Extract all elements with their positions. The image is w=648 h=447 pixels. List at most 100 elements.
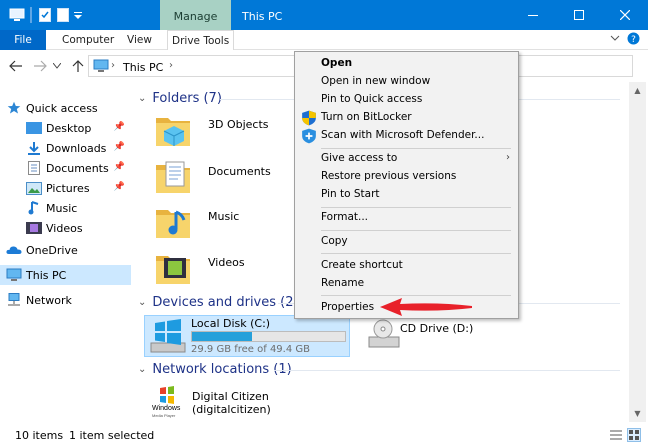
context-menu: Open Open in new window Pin to Quick acc… <box>294 51 519 319</box>
large-icons-view-icon[interactable] <box>627 428 641 442</box>
documents-folder-icon <box>156 161 190 193</box>
menu-item-restore-versions[interactable]: Restore previous versions <box>295 168 518 186</box>
chevron-down-icon: ⌄ <box>138 364 147 375</box>
sidebar-item-label: Desktop <box>46 121 92 135</box>
menu-item-open-new-window[interactable]: Open in new window <box>295 73 518 91</box>
menu-item-label: Properties <box>321 301 375 313</box>
videos-folder-icon <box>156 256 190 284</box>
menu-item-pin-to-start[interactable]: Pin to Start <box>295 186 518 204</box>
up-arrow-icon[interactable] <box>68 56 88 76</box>
pin-icon[interactable]: 📌 <box>114 142 125 152</box>
sidebar-item-onedrive[interactable]: OneDrive <box>6 240 131 260</box>
sidebar-item-label: Pictures <box>46 181 90 195</box>
menu-separator <box>321 230 511 231</box>
music-folder-icon <box>156 210 190 238</box>
drive-usage-fill <box>192 332 253 341</box>
menu-item-label: Pin to Quick access <box>321 93 423 105</box>
sidebar-item-videos[interactable]: Videos <box>26 218 131 238</box>
local-disk-drive-icon <box>150 319 186 353</box>
minimize-button[interactable] <box>510 0 556 30</box>
close-button[interactable] <box>602 0 648 30</box>
breadcrumb-this-pc[interactable]: This PC <box>123 61 163 74</box>
breadcrumb-separator-icon[interactable]: › <box>111 60 115 71</box>
manage-context-tab[interactable]: Manage <box>160 0 231 30</box>
menu-item-copy[interactable]: Copy <box>295 233 518 251</box>
pin-icon[interactable]: 📌 <box>114 162 125 172</box>
menu-item-rename[interactable]: Rename <box>295 275 518 293</box>
sidebar-item-downloads[interactable]: Downloads 📌 <box>26 138 131 158</box>
forward-arrow-icon[interactable] <box>30 56 50 76</box>
scroll-down-arrow-icon[interactable]: ▼ <box>629 405 646 422</box>
group-header-network[interactable]: ⌄ Network locations (1) <box>138 362 292 377</box>
menu-item-label: Scan with Microsoft Defender... <box>321 129 485 141</box>
status-selection: 1 item selected <box>69 429 155 442</box>
local-disk-c[interactable]: Local Disk (C:) 29.9 GB free of 49.4 GB <box>144 315 350 357</box>
uac-shield-icon <box>302 110 316 126</box>
close-icon <box>620 10 630 20</box>
group-header-label: Folders (7) <box>152 91 222 106</box>
tab-view[interactable]: View <box>127 30 152 50</box>
details-view-icon[interactable] <box>609 428 623 442</box>
minimize-icon <box>528 15 538 16</box>
menu-item-label: Turn on BitLocker <box>321 111 412 123</box>
sidebar-item-this-pc[interactable]: This PC <box>0 265 131 285</box>
folder-label: Videos <box>208 256 245 269</box>
pictures-folder-icon <box>26 180 42 196</box>
properties-qa-icon[interactable] <box>38 7 52 23</box>
window-title: This PC <box>242 10 283 23</box>
new-folder-qa-icon[interactable] <box>56 7 70 23</box>
qa-customize-dropdown-icon[interactable] <box>72 7 84 23</box>
folder-label: Music <box>208 210 240 223</box>
menu-separator <box>321 207 511 208</box>
folder-music[interactable]: Music <box>154 202 314 246</box>
pin-icon[interactable]: 📌 <box>114 182 125 192</box>
group-header-label: Devices and drives (2) <box>152 295 299 310</box>
sidebar-item-network[interactable]: Network <box>6 290 131 310</box>
group-header-devices[interactable]: ⌄ Devices and drives (2) <box>138 295 299 310</box>
sidebar-item-pictures[interactable]: Pictures 📌 <box>26 178 131 198</box>
breadcrumb-chevron-icon[interactable]: › <box>169 60 173 71</box>
group-header-folders[interactable]: ⌄ Folders (7) <box>138 91 222 106</box>
scroll-up-arrow-icon[interactable]: ▲ <box>629 82 646 99</box>
folder-documents[interactable]: Documents <box>154 157 314 201</box>
menu-item-create-shortcut[interactable]: Create shortcut <box>295 257 518 275</box>
sidebar-item-documents[interactable]: Documents 📌 <box>26 158 131 178</box>
window-system-icon[interactable] <box>8 7 26 23</box>
recent-dropdown-icon[interactable] <box>50 56 64 76</box>
maximize-button[interactable] <box>556 0 602 30</box>
pin-icon[interactable]: 📌 <box>114 122 125 132</box>
expand-ribbon-icon[interactable] <box>610 33 620 46</box>
sidebar-item-label: Downloads <box>46 141 107 155</box>
menu-item-scan-defender[interactable]: Scan with Microsoft Defender... <box>295 127 518 145</box>
sidebar-item-music[interactable]: Music <box>26 198 131 218</box>
group-divider <box>274 370 620 371</box>
menu-item-format[interactable]: Format... <box>295 209 518 227</box>
help-icon[interactable]: ? <box>627 32 640 48</box>
this-pc-address-icon <box>93 59 109 76</box>
tab-computer[interactable]: Computer <box>62 30 114 50</box>
menu-item-open[interactable]: Open <box>295 55 518 73</box>
vertical-scrollbar[interactable]: ▲ ▼ <box>629 82 646 422</box>
folder-3d-objects[interactable]: 3D Objects <box>154 110 314 154</box>
network-icon <box>6 292 22 308</box>
3d-objects-folder-icon <box>156 118 190 146</box>
menu-item-label: Pin to Start <box>321 188 380 200</box>
tab-drive-tools[interactable]: Drive Tools <box>167 30 235 50</box>
sidebar-item-label: Network <box>26 293 72 307</box>
videos-folder-icon <box>26 220 42 236</box>
menu-item-label: Open in new window <box>321 75 431 87</box>
menu-item-pin-quick-access[interactable]: Pin to Quick access <box>295 91 518 109</box>
menu-item-give-access[interactable]: Give access to › <box>295 150 518 168</box>
navigation-pane: Quick access Desktop 📌 Downloads 📌 Docum… <box>0 82 132 422</box>
svg-text:?: ? <box>631 35 636 45</box>
cd-drive-d[interactable]: CD Drive (D:) <box>364 316 524 356</box>
sidebar-item-desktop[interactable]: Desktop 📌 <box>26 118 131 138</box>
back-arrow-icon[interactable] <box>6 56 26 76</box>
tab-file[interactable]: File <box>0 30 46 50</box>
group-header-label: Network locations (1) <box>152 362 292 377</box>
folder-videos[interactable]: Videos <box>154 248 314 292</box>
sidebar-item-quick-access[interactable]: Quick access <box>6 98 131 118</box>
folder-label: 3D Objects <box>208 118 269 131</box>
menu-item-turn-on-bitlocker[interactable]: Turn on BitLocker <box>295 109 518 127</box>
network-location-digital-citizen[interactable]: Windows Media Player Digital Citizen (di… <box>150 384 350 422</box>
